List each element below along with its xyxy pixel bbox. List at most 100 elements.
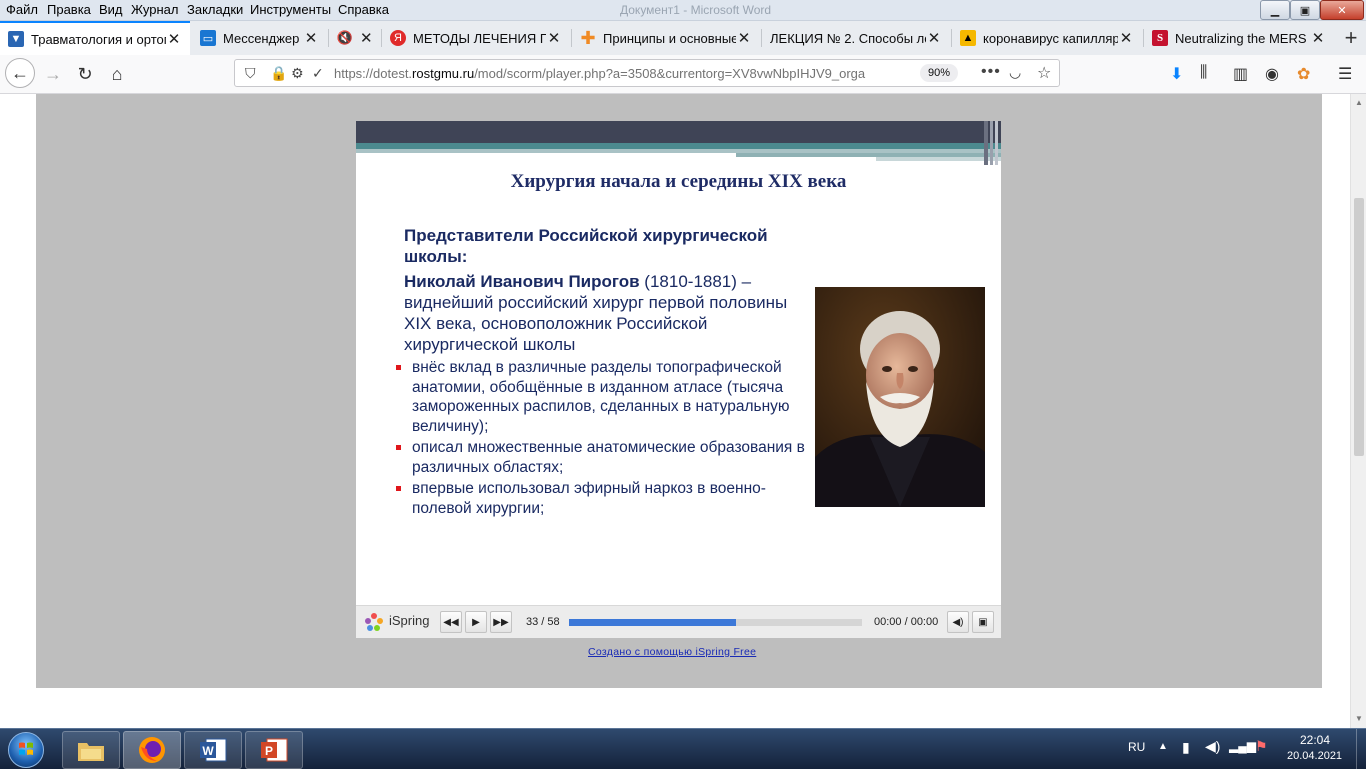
tab-muted[interactable]: 🔇 ✕ — [329, 21, 380, 55]
tab-close-icon[interactable]: ✕ — [303, 29, 319, 47]
pocket-icon[interactable]: ◡ — [1009, 64, 1021, 81]
scroll-up-icon[interactable]: ▲ — [1355, 98, 1363, 107]
tab-koronavirus[interactable]: ▲ коронавирус капилляр ✕ — [952, 21, 1142, 55]
menu-help[interactable]: Справка — [338, 2, 389, 17]
page-actions-icon[interactable]: ••• — [981, 63, 1001, 81]
firefox-icon — [139, 737, 165, 763]
menu-view[interactable]: Вид — [99, 2, 123, 17]
yandex-images-icon: ▲ — [960, 30, 976, 46]
home-button[interactable]: ⌂ — [102, 59, 132, 89]
library-icon[interactable]: ⫼ — [1200, 64, 1207, 82]
achievement-list: внёс вклад в различные разделы топографи… — [396, 358, 816, 520]
tab-close-icon[interactable]: ✕ — [1118, 29, 1134, 47]
ispring-logo-text: iSpring — [389, 613, 430, 628]
tab-close-icon[interactable]: ✕ — [360, 29, 373, 47]
tab-label: Травматология и ортоп — [31, 31, 166, 47]
close-window-button[interactable]: ✕ — [1320, 0, 1364, 20]
show-hidden-icons[interactable]: ▲ — [1158, 741, 1168, 752]
tab-lektsiya-2[interactable]: ЛЕКЦИЯ № 2. Способы лечен ✕ — [762, 21, 950, 55]
list-item-text: внёс вклад в различные разделы топографи… — [412, 359, 790, 435]
tab-mers[interactable]: S Neutralizing the MERS Co ✕ — [1144, 21, 1334, 55]
play-button[interactable]: ▶ — [465, 611, 487, 633]
bookmark-star-icon[interactable]: ☆ — [1037, 63, 1051, 83]
minimize-button[interactable]: ▁ — [1260, 0, 1290, 20]
list-item-text: впервые использовал эфирный наркоз в вое… — [412, 480, 766, 517]
maximize-button[interactable]: ▣ — [1290, 0, 1320, 20]
messenger-icon: ▭ — [200, 30, 216, 46]
vertical-scrollbar[interactable]: ▲ ▼ — [1350, 94, 1366, 728]
svg-text:P: P — [265, 744, 273, 758]
tab-close-icon[interactable]: ✕ — [926, 29, 942, 47]
home-icon: ⌂ — [111, 63, 123, 84]
tab-label: Принципы и основные — [603, 30, 736, 46]
tab-close-icon[interactable]: ✕ — [1310, 29, 1326, 47]
moodle-icon: ▼ — [8, 31, 24, 47]
fullscreen-button[interactable]: ▣ — [972, 611, 994, 633]
tab-label: МЕТОДЫ ЛЕЧЕНИЯ ПОВ — [413, 30, 546, 46]
reload-icon: ↻ — [77, 63, 93, 84]
presentation-slide: Хирургия начала и середины XIX века Пред… — [356, 121, 1001, 605]
tab-close-icon[interactable]: ✕ — [736, 29, 752, 47]
tab-messenger[interactable]: ▭ Мессенджер ✕ — [192, 21, 327, 55]
tab-printsipy[interactable]: ✚ Принципы и основные ✕ — [572, 21, 760, 55]
maximize-icon: ▣ — [1299, 4, 1311, 17]
tab-close-icon[interactable]: ✕ — [166, 30, 182, 48]
next-slide-button[interactable]: ▶▶ — [490, 611, 512, 633]
show-desktop-button[interactable] — [1356, 729, 1366, 769]
previous-slide-button[interactable]: ◀◀ — [440, 611, 462, 633]
scrollbar-thumb[interactable] — [1354, 198, 1364, 456]
speaker-icon: ◀) — [952, 616, 964, 628]
url-bar[interactable]: ⛉ 🔒 ⚙ ✓ https://dotest.rostgmu.ru/mod/sc… — [234, 59, 1060, 87]
playback-progress-bar[interactable] — [569, 619, 862, 626]
menu-file[interactable]: Файл — [6, 2, 38, 17]
hamburger-menu-icon[interactable]: ☰ — [1338, 64, 1352, 84]
minimize-icon: ▁ — [1270, 4, 1280, 17]
action-center-icon[interactable]: ⚑ — [1255, 738, 1268, 755]
arrow-right-icon: → — [44, 63, 62, 84]
menu-bookmarks[interactable]: Закладки — [187, 2, 243, 17]
tab-bar: ▼ Травматология и ортоп ✕ ▭ Мессенджер ✕… — [0, 21, 1366, 55]
menu-edit[interactable]: Правка — [47, 2, 91, 17]
account-icon[interactable]: ◉ — [1265, 64, 1279, 84]
tracking-shield-icon[interactable]: ⛉ — [245, 65, 256, 82]
downloads-icon[interactable]: ⬇ — [1170, 64, 1183, 84]
clock-time[interactable]: 22:04 — [1300, 733, 1330, 747]
taskbar-powerpoint[interactable]: P — [245, 731, 303, 769]
permissions-icon[interactable]: ⚙ — [291, 65, 304, 82]
clock-date[interactable]: 20.04.2021 — [1287, 750, 1342, 762]
network-signal-icon[interactable]: ▂▄▆ — [1229, 739, 1256, 753]
zoom-level-badge[interactable]: 90% — [920, 64, 959, 82]
bullet-marker — [396, 486, 401, 491]
menu-history[interactable]: Журнал — [131, 2, 178, 17]
volume-icon[interactable]: ◀) — [1205, 738, 1220, 755]
start-button[interactable] — [8, 732, 44, 768]
new-tab-button[interactable]: + — [1336, 21, 1366, 55]
autoplay-blocked-icon[interactable]: ✓ — [312, 65, 324, 82]
taskbar-word[interactable]: W — [184, 731, 242, 769]
url-text[interactable]: https://dotest.rostgmu.ru/mod/scorm/play… — [334, 66, 910, 81]
extension-icon[interactable]: ✿ — [1297, 64, 1310, 84]
tab-close-icon[interactable]: ✕ — [546, 29, 562, 47]
background-window-title: Документ1 - Microsoft Word — [620, 3, 772, 17]
playback-progress-fill — [569, 619, 736, 626]
sidebar-icon[interactable]: ▥ — [1233, 64, 1248, 84]
person-description: Николай Иванович Пирогов (1810-1881) – в… — [404, 271, 804, 355]
scroll-down-icon[interactable]: ▼ — [1355, 714, 1363, 723]
forward-button[interactable]: → — [38, 59, 68, 89]
tab-metody-lecheniya[interactable]: Я МЕТОДЫ ЛЕЧЕНИЯ ПОВ ✕ — [382, 21, 570, 55]
volume-button[interactable]: ◀) — [947, 611, 969, 633]
lock-icon[interactable]: 🔒 — [270, 65, 287, 82]
back-button[interactable]: ← — [5, 58, 35, 88]
taskbar-file-explorer[interactable] — [62, 731, 120, 769]
created-with-ispring-link[interactable]: Создано с помощью iSpring Free — [588, 646, 756, 658]
taskbar-firefox[interactable] — [123, 731, 181, 769]
menu-tools[interactable]: Инструменты — [250, 2, 331, 17]
windows-taskbar: W P RU ▲ ▮ ◀) ▂▄▆ ⚑ 22:04 20.04.2021 — [0, 728, 1366, 769]
navigation-toolbar: ← → ↻ ⌂ ⛉ 🔒 ⚙ ✓ https://dotest.rostgmu.r… — [0, 55, 1366, 94]
bullet-marker — [396, 365, 401, 370]
word-icon: W — [200, 738, 227, 762]
language-indicator[interactable]: RU — [1128, 740, 1145, 754]
battery-icon[interactable]: ▮ — [1182, 739, 1190, 756]
tab-travmatologiya[interactable]: ▼ Травматология и ортоп ✕ — [0, 21, 190, 55]
reload-button[interactable]: ↻ — [70, 59, 100, 89]
